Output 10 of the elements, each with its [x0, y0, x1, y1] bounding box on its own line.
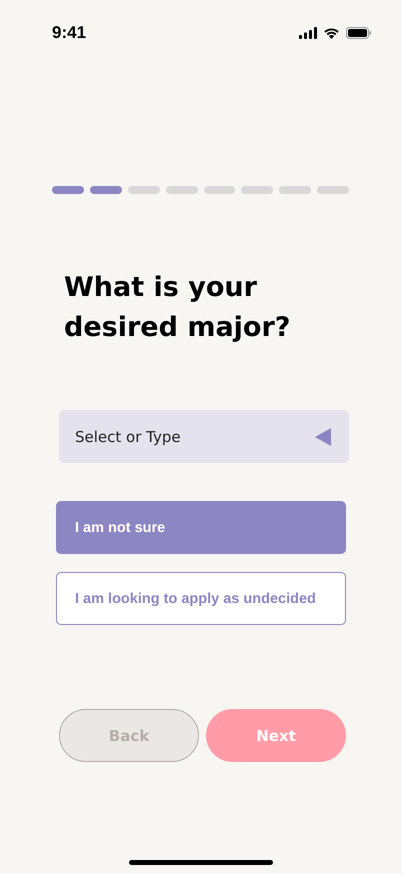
battery-icon [346, 27, 372, 39]
next-button[interactable]: Next [206, 709, 346, 762]
option-button[interactable]: I am looking to apply as undecided [56, 572, 346, 625]
option-button[interactable]: I am not sure [56, 501, 346, 554]
wifi-icon [323, 27, 340, 39]
major-select-field[interactable]: Select or Type [59, 410, 349, 463]
caret-icon [315, 428, 331, 446]
signal-icon [299, 27, 317, 39]
question-title: What is your desired major? [64, 271, 292, 345]
status-time: 9:41 [52, 23, 86, 43]
